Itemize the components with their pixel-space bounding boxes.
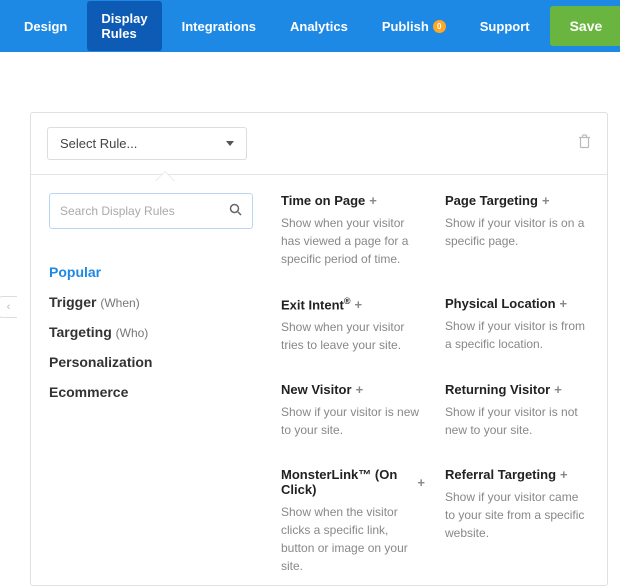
trash-icon[interactable] (578, 134, 591, 153)
select-rule-dropdown[interactable]: Select Rule... (47, 127, 247, 160)
chevron-down-icon (226, 141, 234, 146)
rule-time-on-page[interactable]: Time on Page + Show when your visitor ha… (281, 193, 425, 268)
rule-title: Page Targeting (445, 193, 538, 208)
rule-referral-targeting[interactable]: Referral Targeting + Show if your visito… (445, 467, 589, 575)
nav-publish-label: Publish (382, 19, 429, 34)
select-rule-label: Select Rule... (60, 136, 137, 151)
plus-icon: + (554, 382, 562, 397)
category-trigger[interactable]: Trigger (When) (49, 287, 253, 317)
plus-icon: + (369, 193, 377, 208)
search-icon (229, 203, 242, 219)
rule-title: Exit Intent® (281, 296, 350, 312)
rule-desc: Show if your visitor is not new to your … (445, 403, 589, 439)
search-input-wrapper[interactable] (49, 193, 253, 229)
rule-title: Physical Location (445, 296, 556, 311)
nav-support[interactable]: Support (466, 9, 544, 44)
rule-returning-visitor[interactable]: Returning Visitor + Show if your visitor… (445, 382, 589, 439)
nav-integrations[interactable]: Integrations (168, 9, 270, 44)
rule-exit-intent[interactable]: Exit Intent® + Show when your visitor tr… (281, 296, 425, 354)
rule-panel-left: Popular Trigger (When) Targeting (Who) P… (31, 193, 271, 585)
rule-title: New Visitor (281, 382, 352, 397)
rule-desc: Show if your visitor is from a specific … (445, 317, 589, 353)
rule-new-visitor[interactable]: New Visitor + Show if your visitor is ne… (281, 382, 425, 439)
select-rule-row: Select Rule... (31, 113, 607, 175)
plus-icon: + (356, 382, 364, 397)
category-targeting[interactable]: Targeting (Who) (49, 317, 253, 347)
category-personalization[interactable]: Personalization (49, 347, 253, 377)
rule-panel-body: Popular Trigger (When) Targeting (Who) P… (31, 175, 607, 585)
rule-config-card: Select Rule... (30, 112, 608, 586)
rule-title: Referral Targeting (445, 467, 556, 482)
category-ecommerce[interactable]: Ecommerce (49, 377, 253, 407)
category-targeting-sub: (Who) (116, 326, 149, 340)
rule-desc: Show when your visitor tries to leave yo… (281, 318, 425, 354)
rule-desc: Show if your visitor is new to your site… (281, 403, 425, 439)
save-button[interactable]: Save (550, 6, 620, 46)
nav-display-rules[interactable]: Display Rules (87, 1, 161, 51)
plus-icon: + (542, 193, 550, 208)
rule-physical-location[interactable]: Physical Location + Show if your visitor… (445, 296, 589, 354)
nav-publish[interactable]: Publish 0 (368, 9, 460, 44)
category-trigger-label: Trigger (49, 294, 96, 310)
rule-page-targeting[interactable]: Page Targeting + Show if your visitor is… (445, 193, 589, 268)
plus-icon: + (354, 297, 362, 312)
rule-desc: Show if your visitor is on a specific pa… (445, 214, 589, 250)
rule-desc: Show when the visitor clicks a specific … (281, 503, 425, 575)
plus-icon: + (560, 467, 568, 482)
category-targeting-label: Targeting (49, 324, 112, 340)
nav-analytics[interactable]: Analytics (276, 9, 362, 44)
rule-monsterlink[interactable]: MonsterLink™ (On Click) + Show when the … (281, 467, 425, 575)
category-trigger-sub: (When) (100, 296, 139, 310)
category-popular[interactable]: Popular (49, 257, 253, 287)
rule-desc: Show if your visitor came to your site f… (445, 488, 589, 542)
nav-design[interactable]: Design (10, 9, 81, 44)
category-list: Popular Trigger (When) Targeting (Who) P… (49, 257, 253, 407)
rule-title: Returning Visitor (445, 382, 550, 397)
content-area: Select Rule... (0, 52, 620, 586)
search-input[interactable] (60, 204, 229, 218)
rule-desc: Show when your visitor has viewed a page… (281, 214, 425, 268)
rule-panel-right: Time on Page + Show when your visitor ha… (271, 193, 607, 585)
plus-icon: + (417, 475, 425, 490)
publish-badge: 0 (433, 20, 446, 33)
rule-title: MonsterLink™ (On Click) (281, 467, 411, 497)
top-nav: Design Display Rules Integrations Analyt… (0, 0, 620, 52)
plus-icon: + (560, 296, 568, 311)
rule-title: Time on Page (281, 193, 365, 208)
